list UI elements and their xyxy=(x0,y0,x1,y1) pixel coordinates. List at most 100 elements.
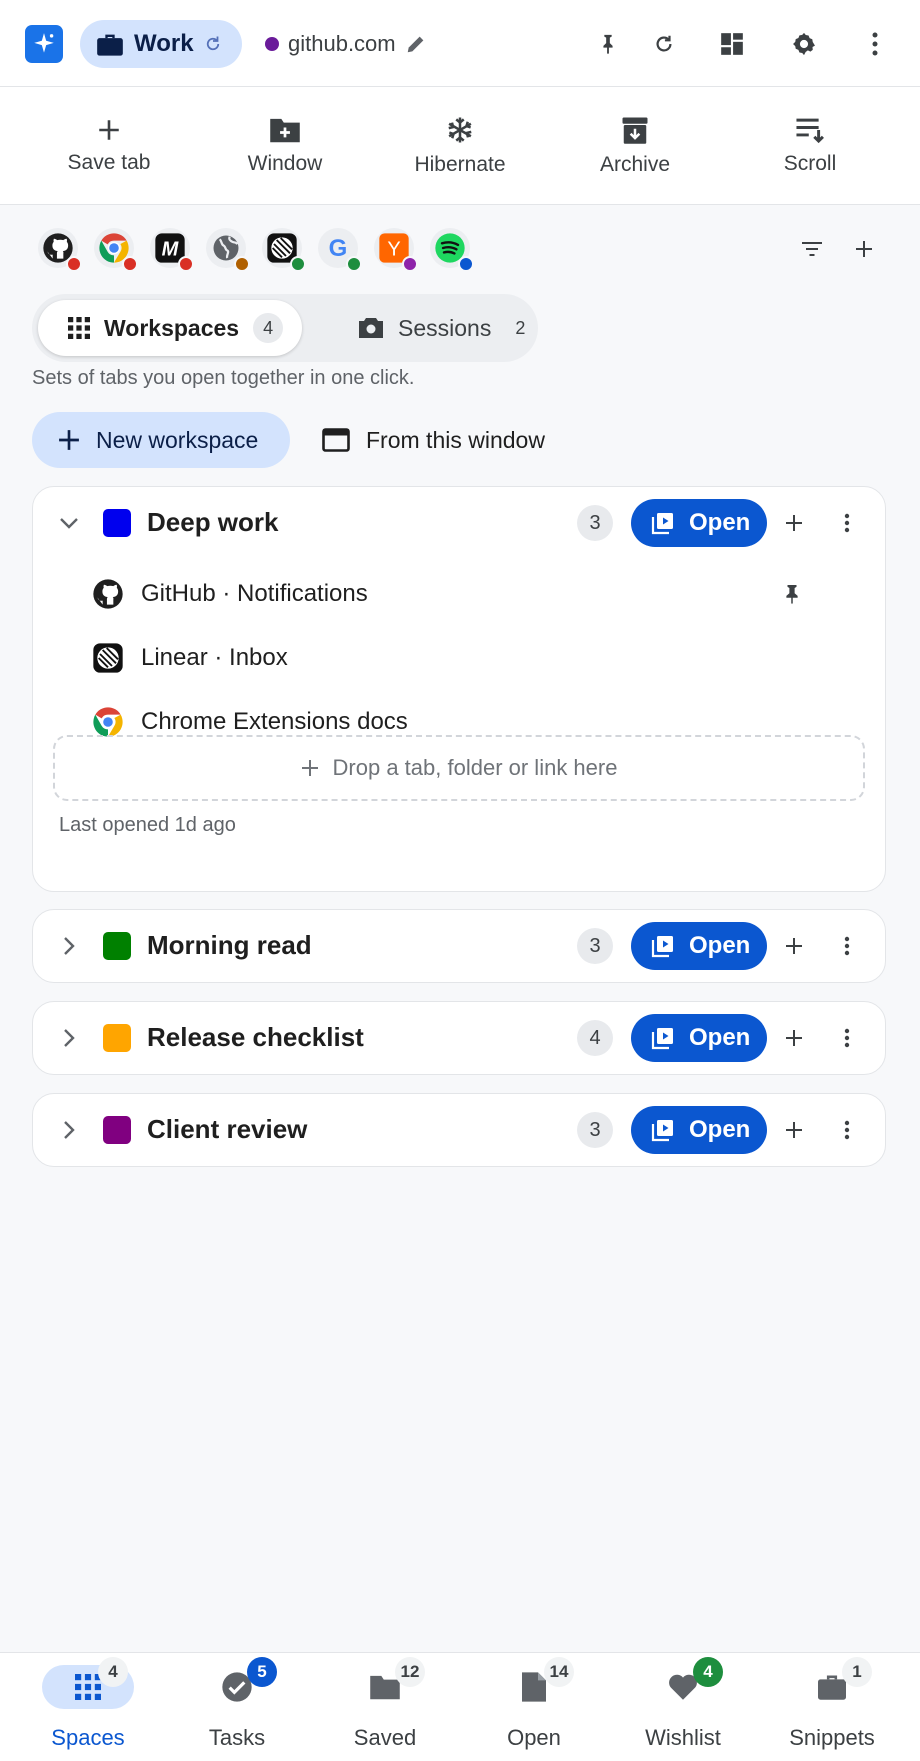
medium-favicon[interactable]: M xyxy=(150,228,194,272)
open-in-window-icon xyxy=(651,1026,675,1050)
ycombinator-favicon[interactable]: Y xyxy=(374,228,418,272)
chrome-favicon[interactable] xyxy=(94,228,138,272)
add-tab-plus-icon[interactable] xyxy=(780,509,808,537)
workspace-card: Deep work 3 Open GitHub · Notifications … xyxy=(32,486,886,892)
nav-label: Snippets xyxy=(789,1725,875,1750)
workspace-card: Client review 3 Open xyxy=(32,1093,886,1167)
nav-item-open[interactable]: 14 Open xyxy=(460,1653,608,1761)
chevron-right-icon[interactable] xyxy=(55,1024,83,1052)
drop-zone-text: Drop a tab, folder or link here xyxy=(332,755,618,780)
medium-letter: M xyxy=(162,238,180,260)
add-tab-plus-icon[interactable] xyxy=(780,932,808,960)
pin-icon[interactable] xyxy=(589,25,627,63)
linear-icon xyxy=(91,641,125,675)
archive-button[interactable]: Archive xyxy=(547,87,723,204)
open-button-label: Open xyxy=(689,509,751,536)
save-tab-button[interactable]: Save tab xyxy=(21,87,197,204)
briefcase-icon xyxy=(96,31,124,57)
dashboard-icon[interactable] xyxy=(713,25,751,63)
google-favicon[interactable]: G xyxy=(318,228,362,272)
top-bar: Work github.com xyxy=(0,0,920,87)
workspaces-count-badge: 4 xyxy=(253,313,284,343)
site-domain: github.com xyxy=(288,31,396,56)
nav-item-saved[interactable]: 12 Saved xyxy=(311,1653,459,1761)
nav-item-spaces[interactable]: 4 Spaces xyxy=(14,1653,162,1761)
status-dot xyxy=(458,256,474,272)
archive-icon xyxy=(621,115,649,145)
save-tab-label: Save tab xyxy=(67,150,151,174)
workspace-header[interactable]: Morning read 3 Open xyxy=(33,910,885,982)
plus-icon xyxy=(301,759,319,777)
last-opened-text: Last opened 1d ago xyxy=(59,814,236,836)
linear-favicon[interactable] xyxy=(262,228,306,272)
chevron-down-icon[interactable] xyxy=(55,509,83,537)
workspace-name: Morning read xyxy=(147,930,312,960)
status-dot xyxy=(66,256,82,272)
open-in-window-icon xyxy=(651,511,675,535)
more-vert-icon[interactable] xyxy=(833,932,861,960)
profile-name: Work xyxy=(134,30,194,57)
window-icon xyxy=(322,428,350,452)
globe-favicon[interactable] xyxy=(206,228,250,272)
tab-count-badge: 3 xyxy=(577,505,613,541)
settings-icon[interactable] xyxy=(785,25,823,63)
open-workspace-button[interactable]: Open xyxy=(631,1014,767,1062)
scroll-label: Scroll xyxy=(783,151,837,175)
filter-icon[interactable] xyxy=(797,234,827,264)
from-this-window-button[interactable]: From this window xyxy=(322,412,545,468)
edit-pencil-icon[interactable] xyxy=(405,33,427,55)
nav-item-snippets[interactable]: 1 Snippets xyxy=(758,1653,906,1761)
drop-zone[interactable]: Drop a tab, folder or link here xyxy=(53,735,865,801)
from-this-window-label: From this window xyxy=(366,426,545,453)
tab-workspaces[interactable]: Workspaces 4 xyxy=(38,300,302,356)
status-dot xyxy=(234,256,250,272)
spotify-favicon[interactable] xyxy=(430,228,474,272)
workspace-color-swatch xyxy=(103,932,131,960)
nav-item-tasks[interactable]: 5 Tasks xyxy=(163,1653,311,1761)
workspace-tab-item[interactable]: GitHub · Notifications xyxy=(91,569,831,619)
nav-badge: 12 xyxy=(395,1657,425,1687)
scroll-button[interactable]: Scroll xyxy=(722,87,898,204)
profile-switcher[interactable]: Work xyxy=(80,20,242,68)
pin-icon[interactable] xyxy=(777,579,807,609)
chevron-right-icon[interactable] xyxy=(55,1116,83,1144)
more-vert-icon[interactable] xyxy=(833,509,861,537)
grid-icon xyxy=(68,317,90,339)
open-workspace-button[interactable]: Open xyxy=(631,1106,767,1154)
chrome-icon xyxy=(91,705,125,739)
tab-count-badge: 3 xyxy=(577,928,613,964)
tab-sessions[interactable]: Sessions 2 xyxy=(328,300,534,356)
add-favicon-plus-icon[interactable] xyxy=(849,234,879,264)
tab-title: GitHub · Notifications xyxy=(141,580,368,607)
new-workspace-button[interactable]: New workspace xyxy=(32,412,290,468)
sparkle-logo-icon[interactable] xyxy=(25,25,63,63)
sort-list-icon xyxy=(794,116,826,144)
chevron-right-icon[interactable] xyxy=(55,932,83,960)
github-favicon[interactable] xyxy=(38,228,82,272)
hibernate-button[interactable]: Hibernate xyxy=(372,87,548,204)
open-workspace-button[interactable]: Open xyxy=(631,499,767,547)
github-icon xyxy=(91,577,125,611)
more-vert-icon[interactable] xyxy=(833,1116,861,1144)
workspace-tab-item[interactable]: Linear · Inbox xyxy=(91,633,831,683)
nav-badge: 4 xyxy=(98,1657,128,1687)
reload-icon[interactable] xyxy=(645,25,683,63)
nav-label: Wishlist xyxy=(645,1725,721,1750)
current-site[interactable]: github.com xyxy=(265,22,427,66)
nav-badge: 5 xyxy=(247,1657,277,1687)
more-vert-icon[interactable] xyxy=(833,1024,861,1052)
add-tab-plus-icon[interactable] xyxy=(780,1116,808,1144)
workspace-header[interactable]: Release checklist 4 Open xyxy=(33,1002,885,1074)
workspace-header[interactable]: Deep work 3 Open xyxy=(33,487,885,559)
view-segmented-control: Workspaces 4 Sessions 2 xyxy=(32,294,538,362)
helper-text: Sets of tabs you open together in one cl… xyxy=(32,367,415,389)
window-button[interactable]: Window xyxy=(197,87,373,204)
open-button-label: Open xyxy=(689,1024,751,1051)
open-workspace-button[interactable]: Open xyxy=(631,922,767,970)
more-vert-icon[interactable] xyxy=(856,25,894,63)
open-button-label: Open xyxy=(689,1116,751,1143)
add-tab-plus-icon[interactable] xyxy=(780,1024,808,1052)
workspace-header[interactable]: Client review 3 Open xyxy=(33,1094,885,1166)
nav-badge: 14 xyxy=(544,1657,574,1687)
nav-item-wishlist[interactable]: 4 Wishlist xyxy=(609,1653,757,1761)
